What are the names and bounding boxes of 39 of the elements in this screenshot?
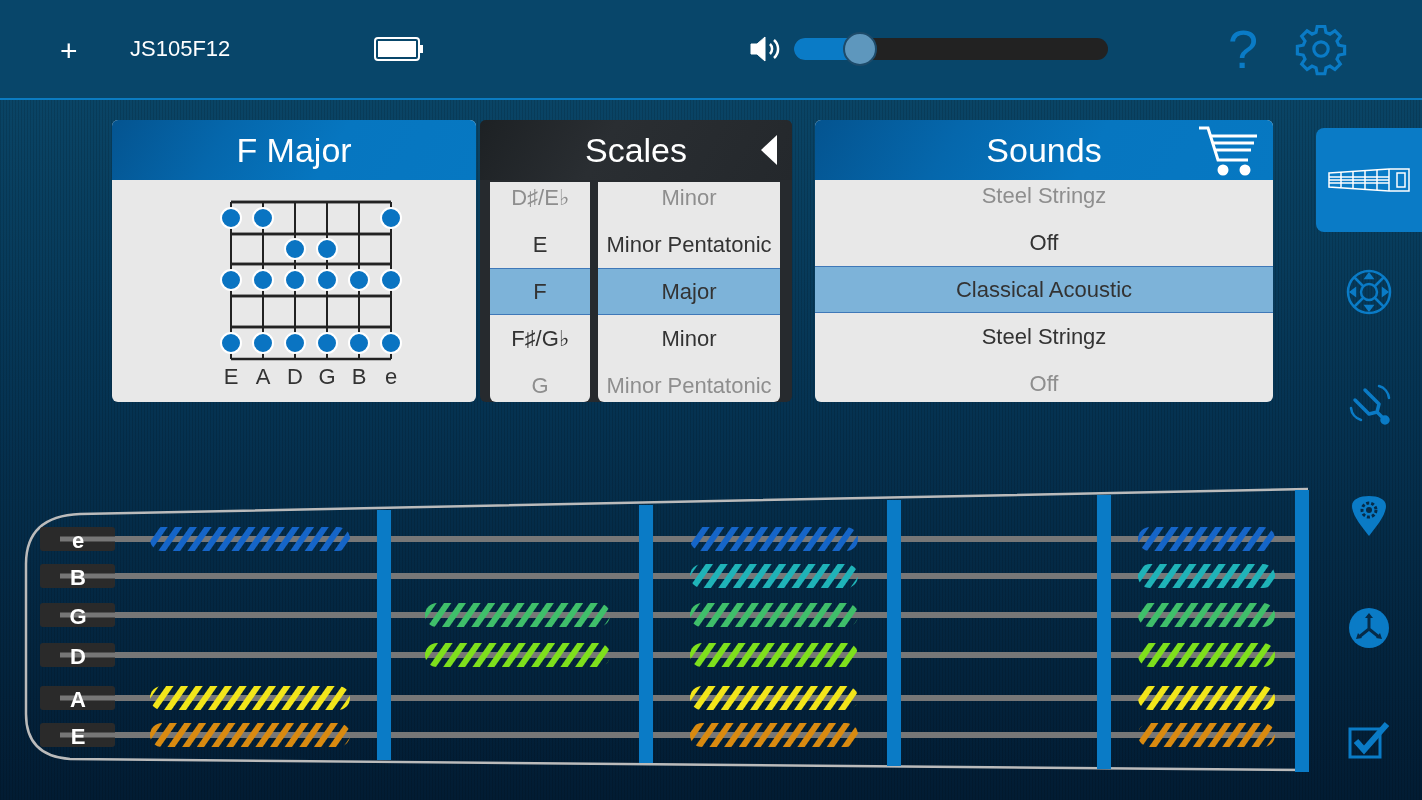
string-name-tag[interactable]: E <box>40 723 115 749</box>
tuning-fork-icon <box>1347 382 1391 426</box>
scale-type-item[interactable]: Minor Pentatonic <box>598 221 780 268</box>
settings-icon[interactable] <box>1294 22 1349 76</box>
volume-thumb[interactable] <box>842 32 877 66</box>
collapse-icon[interactable] <box>760 134 778 166</box>
battery-icon <box>374 37 424 61</box>
string-label: A <box>255 364 271 389</box>
string-name-tag[interactable]: G <box>40 603 115 629</box>
string-label: e <box>384 364 398 389</box>
sidebar-tab[interactable] <box>1316 128 1422 232</box>
panel-title: Scales <box>584 130 688 170</box>
sound-item[interactable]: Steel Stringz <box>815 313 1273 360</box>
string-name-tag[interactable]: B <box>40 564 115 590</box>
string-label: B <box>351 364 367 389</box>
volume-slider[interactable] <box>794 32 1108 66</box>
string-label: E <box>223 364 239 389</box>
guitar-pick-icon <box>1350 495 1388 537</box>
hub-icon <box>1348 607 1390 649</box>
scale-type-item[interactable]: Minor <box>598 315 780 362</box>
sound-item[interactable]: Off <box>815 219 1273 266</box>
cart-icon[interactable] <box>1197 125 1259 177</box>
card-title: F Major <box>236 130 352 170</box>
root-note-item[interactable]: F <box>490 268 590 315</box>
string-name-tag[interactable]: e <box>40 527 115 553</box>
dpad-icon <box>1345 268 1393 316</box>
string-label: G <box>318 364 336 389</box>
sound-item[interactable]: Classical Acoustic <box>815 266 1273 313</box>
string-name-tag[interactable]: A <box>40 686 115 712</box>
root-note-item[interactable]: E <box>490 221 590 268</box>
string-name-tag[interactable]: D <box>40 643 115 669</box>
scale-type-item[interactable]: Major <box>598 268 780 315</box>
root-note-item[interactable]: F♯/G♭ <box>490 315 590 362</box>
add-button[interactable]: + <box>60 34 84 68</box>
checkbox-icon <box>1348 721 1390 759</box>
string-label: D <box>287 364 303 389</box>
fretboard-icon <box>1327 167 1411 193</box>
device-name: JS105F12 <box>130 36 232 62</box>
panel-title: Sounds <box>986 130 1102 170</box>
